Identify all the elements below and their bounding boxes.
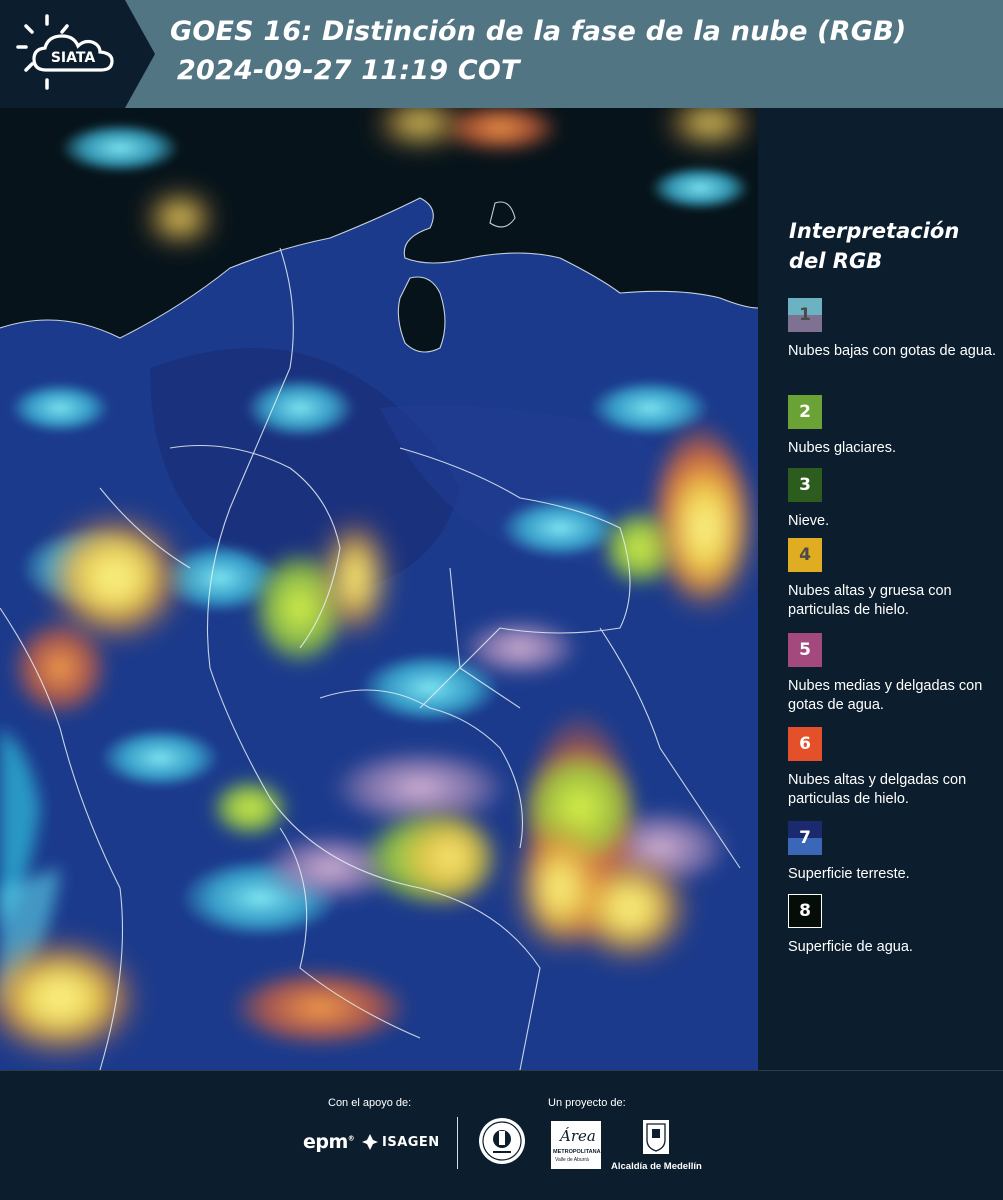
isagen-mark-icon (362, 1134, 378, 1150)
medellin-seal-logo (477, 1115, 527, 1172)
satellite-rgb-map (0, 108, 758, 1070)
legend-swatch-3: 3 (788, 468, 822, 502)
legend-label-2: Nubes glaciares. (788, 440, 896, 456)
legend-title: Interpretación del RGB (789, 216, 989, 276)
legend-label-1: Nubes bajas con gotas de agua. (788, 343, 996, 359)
epm-logo: epm® (303, 1131, 355, 1153)
legend-item-8: 8 Superficie de agua. (788, 894, 1003, 957)
legend-item-5: 5 Nubes medias y delgadas con gotas de a… (788, 633, 1003, 715)
legend-item-2: 2 Nubes glaciares. (788, 395, 1003, 458)
legend-title-line1: Interpretación (789, 219, 960, 243)
support-label: Con el apoyo de: (328, 1097, 412, 1109)
legend-label-7: Superficie terreste. (788, 866, 910, 882)
area-metropolitana-logo: Área METROPOLITANA Valle de Aburrá (551, 1121, 601, 1169)
siata-logo-text: SIATA (51, 50, 96, 66)
legend-label-5: Nubes medias y delgadas con gotas de agu… (788, 678, 983, 713)
legend-item-3: 3 Nieve. (788, 468, 1003, 531)
legend-swatch-4: 4 (788, 538, 822, 572)
legend-item-4: 4 Nubes altas y gruesa con particulas de… (788, 538, 1003, 620)
legend-item-6: 6 Nubes altas y delgadas con particulas … (788, 727, 1003, 809)
footer: Con el apoyo de: Un proyecto de: epm® IS… (0, 1070, 1003, 1200)
legend-swatch-7: 7 (788, 821, 822, 855)
footer-divider (457, 1117, 458, 1169)
legend-swatch-2: 2 (788, 395, 822, 429)
legend-item-7: 7 Superficie terreste. (788, 821, 1003, 884)
project-label: Un proyecto de: (548, 1097, 626, 1109)
legend-swatch-6: 6 (788, 727, 822, 761)
legend-label-3: Nieve. (788, 513, 830, 529)
legend-label-6: Nubes altas y delgadas con particulas de… (788, 772, 967, 807)
page-timestamp: 2024-09-27 11:19 COT (177, 55, 520, 86)
legend-swatch-1: 1 (788, 298, 822, 332)
legend-swatch-5: 5 (788, 633, 822, 667)
siata-logo: SIATA (0, 0, 155, 108)
legend-label-8: Superficie de agua. (788, 939, 913, 955)
legend-item-1: 1 Nubes bajas con gotas de agua. (788, 298, 1003, 361)
legend-title-line2: del RGB (789, 249, 883, 273)
alcaldia-label: Alcaldía de Medellín (611, 1161, 702, 1172)
legend-swatch-8: 8 (788, 894, 822, 928)
alcaldia-shield-icon (641, 1118, 671, 1161)
legend-panel: Interpretación del RGB 1 Nubes bajas con… (758, 108, 1003, 1070)
isagen-logo: ISAGEN (361, 1133, 440, 1151)
header-bar: SIATA GOES 16: Distinción de la fase de … (0, 0, 1003, 108)
legend-label-4: Nubes altas y gruesa con particulas de h… (788, 583, 952, 618)
page-title: GOES 16: Distinción de la fase de la nub… (170, 16, 907, 47)
